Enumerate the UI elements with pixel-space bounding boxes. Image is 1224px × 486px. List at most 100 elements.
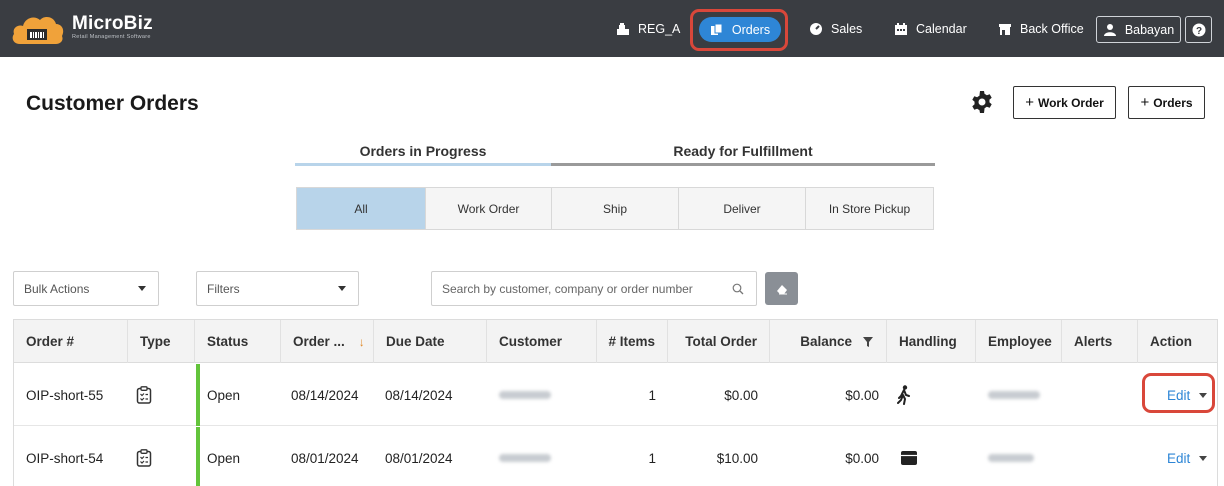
search-icon[interactable] [732,283,744,295]
cash-register-icon [616,22,630,36]
due-date-cell: 08/01/2024 [385,450,453,466]
filter-funnel-icon[interactable] [862,336,874,348]
table-row[interactable]: OIP-short-54 Open 08/01/2024 08/01/2024 … [14,427,1217,486]
clipboard-icon [128,364,195,426]
balance-cell: $0.00 [845,387,879,403]
plus-icon: + [1140,94,1150,111]
tab-ready-for-fulfillment[interactable]: Ready for Fulfillment [551,143,935,166]
svg-text:?: ? [1195,26,1201,37]
walking-person-icon [887,364,976,426]
redacted-customer-name [499,454,551,462]
subtab-work-order[interactable]: Work Order [426,188,552,229]
customer-cell-redacted[interactable] [487,364,597,426]
employee-cell-redacted [976,427,1062,486]
items-cell: 1 [648,387,656,403]
filters-label: Filters [207,281,240,296]
bulk-actions-label: Bulk Actions [24,281,90,296]
edit-link[interactable]: Edit [1167,451,1190,466]
gauge-icon [809,22,823,36]
subtab-ship[interactable]: Ship [552,188,679,229]
add-work-order-button[interactable]: + Work Order [1013,86,1116,119]
col-items[interactable]: # Items [597,320,668,363]
user-icon [1103,23,1117,37]
subtab-in-store-pickup[interactable]: In Store Pickup [806,188,933,229]
col-due-date[interactable]: Due Date [374,320,487,363]
nav-orders-label: Orders [731,22,771,37]
nav-back-office[interactable]: Back Office [998,14,1084,44]
caret-down-icon [338,286,346,291]
col-balance[interactable]: Balance [770,320,887,363]
status-cell: Open [207,387,241,403]
orders-table: Order # Type Status Order ... ↓ Due Date… [13,319,1218,486]
alerts-cell [1062,364,1138,426]
nav-sales[interactable]: Sales [809,14,862,44]
package-icon [887,427,976,486]
redacted-customer-name [499,391,551,399]
col-order-date[interactable]: Order ... ↓ [281,320,374,363]
col-action[interactable]: Action [1138,320,1217,363]
col-order-date-label: Order ... [293,334,345,349]
clear-search-button[interactable] [765,272,798,305]
order-search-input[interactable] [442,281,722,296]
redacted-employee-name [988,454,1034,462]
nav-calendar-label: Calendar [916,22,967,36]
row-action-cell: Edit [1138,427,1217,486]
col-employee[interactable]: Employee [976,320,1062,363]
add-work-order-label: Work Order [1037,95,1104,110]
microbiz-logo[interactable]: MicroBiz Retail Management Software [10,10,153,48]
col-type[interactable]: Type [128,320,195,363]
nav-register-label: REG_A [638,22,681,36]
sort-descending-arrow-icon[interactable]: ↓ [359,335,365,349]
subtab-all[interactable]: All [297,188,426,229]
table-row[interactable]: OIP-short-55 Open 08/14/2024 08/14/2024 … [14,364,1217,426]
table-header: Order # Type Status Order ... ↓ Due Date… [14,320,1217,363]
order-number-cell[interactable]: OIP-short-54 [14,427,128,486]
nav-back-office-label: Back Office [1020,22,1084,36]
orders-copy-icon [710,23,724,37]
alerts-cell [1062,427,1138,486]
order-number-cell[interactable]: OIP-short-55 [14,364,128,426]
items-cell: 1 [648,450,656,466]
page-title: Customer Orders [26,92,199,115]
col-balance-label: Balance [800,334,852,349]
caret-down-icon [138,286,146,291]
user-name: Babayan [1124,22,1175,37]
nav-orders[interactable]: Orders [699,17,781,42]
status-cell: Open [207,450,241,466]
add-order-button[interactable]: + Orders [1128,86,1205,119]
brand-tagline: Retail Management Software [72,34,151,40]
edit-highlight-annotation [1142,373,1215,413]
brand-name: MicroBiz [72,13,153,34]
customer-cell-redacted[interactable] [487,427,597,486]
eraser-icon [776,284,787,294]
bulk-actions-select[interactable]: Bulk Actions [13,271,159,306]
settings-gear-icon[interactable] [970,90,994,114]
col-handling[interactable]: Handling [887,320,976,363]
col-status[interactable]: Status [195,320,281,363]
balance-cell: $0.00 [845,450,879,466]
total-cell: $10.00 [716,450,758,466]
filters-select[interactable]: Filters [196,271,359,306]
col-alerts[interactable]: Alerts [1062,320,1138,363]
employee-cell-redacted [976,364,1062,426]
col-total-order[interactable]: Total Order [668,320,770,363]
order-date-cell: 08/01/2024 [291,450,359,466]
add-order-label: Orders [1153,95,1193,110]
clipboard-icon [128,427,195,486]
subtab-deliver[interactable]: Deliver [679,188,806,229]
help-icon: ? [1192,23,1206,37]
caret-down-icon[interactable] [1199,455,1208,461]
cloud-register-logo-icon [10,12,64,46]
nav-calendar[interactable]: Calendar [894,14,967,44]
col-customer[interactable]: Customer [487,320,597,363]
edit-action-dropdown[interactable]: Edit [1167,451,1208,466]
help-button[interactable]: ? [1185,16,1212,43]
calendar-icon [894,22,908,36]
nav-register[interactable]: REG_A [616,14,680,44]
due-date-cell: 08/14/2024 [385,387,453,403]
tab-orders-in-progress[interactable]: Orders in Progress [295,143,551,166]
col-order-number[interactable]: Order # [14,320,128,363]
plus-icon: + [1025,94,1034,111]
user-menu-button[interactable]: Babayan [1096,16,1181,43]
redacted-employee-name [988,391,1040,399]
